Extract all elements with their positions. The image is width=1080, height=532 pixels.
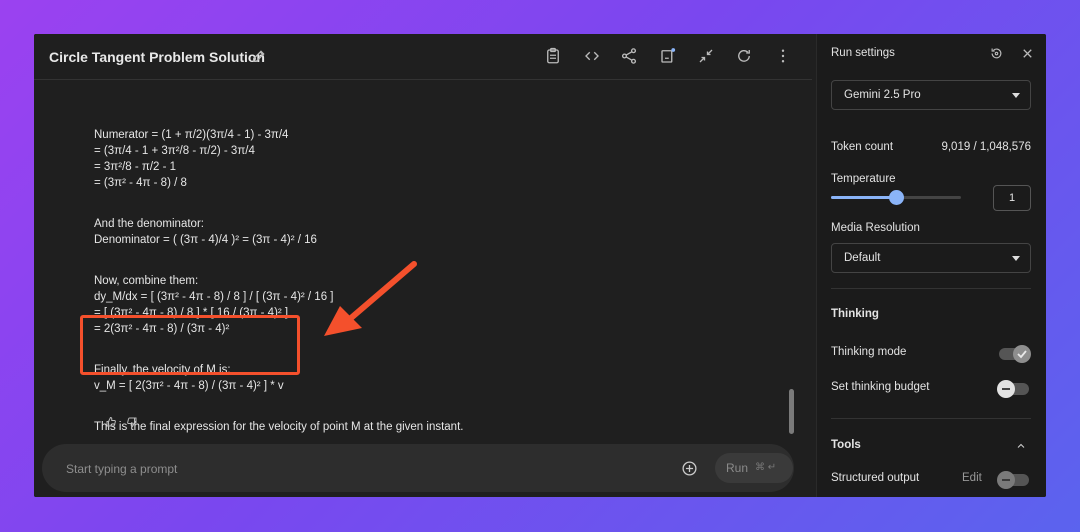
- add-icon[interactable]: [681, 460, 698, 477]
- temperature-input[interactable]: 1: [993, 185, 1031, 211]
- tools-heading: Tools: [831, 439, 861, 451]
- response-line: dy_M/dx = [ (3π² - 4π - 8) / 8 ] / [ (3π…: [94, 291, 334, 303]
- temperature-slider-thumb[interactable]: [889, 190, 904, 205]
- media-resolution-label: Media Resolution: [831, 222, 920, 234]
- settings-title: Run settings: [831, 47, 895, 59]
- thinking-budget-label: Set thinking budget: [831, 381, 930, 393]
- media-resolution-value: Default: [844, 252, 881, 264]
- response-line: Now, combine them:: [94, 275, 199, 287]
- chevron-down-icon: [1012, 256, 1020, 261]
- response-line: = (3π/4 - 1 + 3π²/8 - π/2) - 3π/4: [94, 145, 255, 157]
- response-line: This is the final expression for the vel…: [94, 421, 464, 433]
- highlight-box: [80, 315, 300, 375]
- response-line: = 3π²/8 - π/2 - 1: [94, 161, 177, 173]
- response-line: And the denominator:: [94, 218, 204, 230]
- token-count-label: Token count: [831, 141, 894, 153]
- toggle-knob: [997, 471, 1015, 489]
- toggle-knob: [1013, 345, 1031, 363]
- response-line: Denominator = ( (3π - 4)/4 )² = (3π - 4)…: [94, 234, 317, 246]
- chevron-down-icon: [1012, 93, 1020, 98]
- chat-scrollbar[interactable]: [789, 389, 794, 434]
- reset-settings-icon[interactable]: [989, 46, 1004, 61]
- temperature-label: Temperature: [831, 173, 896, 185]
- chat-panel: Circle Tangent Problem Solution Numerato…: [34, 34, 812, 497]
- clipboard-icon[interactable]: [544, 47, 562, 65]
- prompt-bar: Run ⌘ ↵: [42, 444, 794, 492]
- arrow-icon: [314, 254, 454, 354]
- compress-icon[interactable]: [697, 47, 715, 65]
- chevron-up-icon[interactable]: [1015, 439, 1027, 451]
- token-count-value: 9,019 / 1,048,576: [941, 141, 1031, 153]
- run-button[interactable]: Run ⌘ ↵: [715, 453, 793, 483]
- model-select[interactable]: Gemini 2.5 Pro: [831, 80, 1031, 110]
- temperature-slider-fill: [831, 196, 896, 199]
- response-line: = (3π² - 4π - 8) / 8: [94, 177, 187, 189]
- chat-title: Circle Tangent Problem Solution: [49, 49, 265, 65]
- more-icon[interactable]: [774, 47, 792, 65]
- thumbs-down-icon[interactable]: [126, 415, 138, 428]
- model-select-value: Gemini 2.5 Pro: [844, 89, 921, 101]
- prompt-input[interactable]: [66, 460, 626, 478]
- run-settings-panel: Run settings Gemini 2.5 Pro Token count …: [816, 34, 1046, 497]
- refresh-icon[interactable]: [735, 47, 753, 65]
- media-resolution-select[interactable]: Default: [831, 243, 1031, 273]
- thinking-mode-toggle[interactable]: [999, 345, 1031, 363]
- code-icon[interactable]: [583, 47, 601, 65]
- edit-icon[interactable]: [251, 48, 267, 64]
- thinking-budget-toggle[interactable]: [997, 380, 1029, 398]
- close-icon[interactable]: [1020, 46, 1035, 61]
- divider: [831, 418, 1031, 419]
- toggle-knob: [997, 380, 1015, 398]
- share-icon[interactable]: [620, 47, 638, 65]
- run-shortcut: ⌘ ↵: [755, 462, 777, 473]
- temperature-slider[interactable]: [831, 190, 961, 205]
- thumbs-up-icon[interactable]: [105, 415, 117, 427]
- thinking-heading: Thinking: [831, 308, 879, 320]
- thinking-mode-label: Thinking mode: [831, 346, 907, 358]
- structured-output-edit-link[interactable]: Edit: [962, 472, 982, 484]
- response-line: v_M = [ 2(3π² - 4π - 8) / (3π - 4)² ] * …: [94, 380, 284, 392]
- run-label: Run: [726, 461, 749, 475]
- divider: [831, 288, 1031, 289]
- structured-output-label: Structured output: [831, 472, 920, 484]
- chat-header: Circle Tangent Problem Solution: [34, 34, 812, 80]
- app-window: Circle Tangent Problem Solution Numerato…: [34, 34, 1046, 497]
- response-line: Numerator = (1 + π/2)(3π/4 - 1) - 3π/4: [94, 129, 289, 141]
- structured-output-toggle[interactable]: [997, 471, 1029, 489]
- compare-icon[interactable]: [659, 47, 677, 65]
